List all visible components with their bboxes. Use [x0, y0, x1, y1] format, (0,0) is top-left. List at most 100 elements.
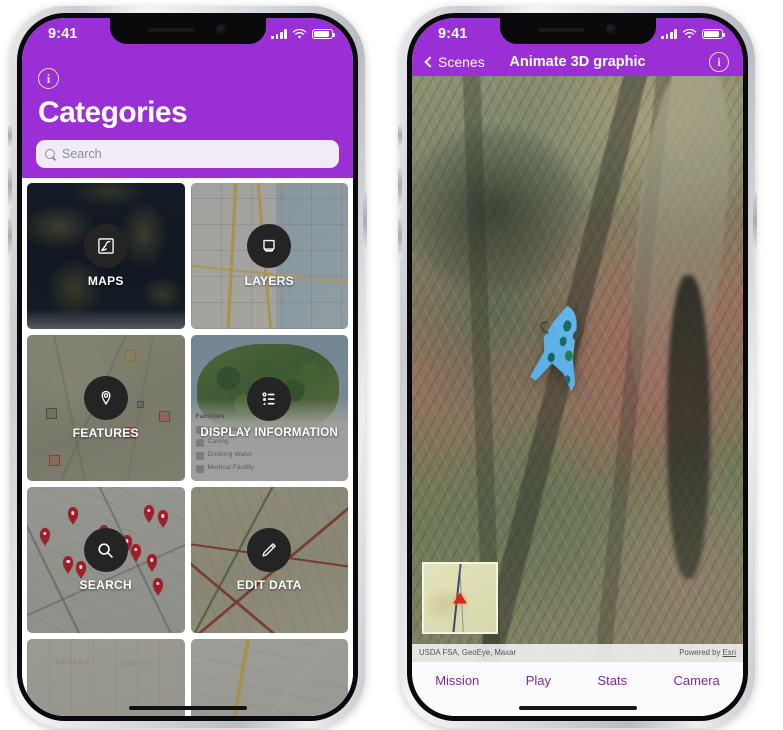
notch-right	[499, 18, 656, 44]
search-input[interactable]: Search	[36, 140, 339, 168]
notch-left	[109, 18, 266, 44]
category-label: MAPS	[87, 274, 124, 288]
status-indicators	[271, 28, 336, 40]
battery-icon	[312, 28, 336, 40]
info-icon[interactable]: i	[38, 68, 59, 89]
map-pin	[146, 554, 157, 569]
category-tile-features[interactable]: FEATURES	[27, 335, 185, 481]
category-tile-search[interactable]: SEARCH	[27, 487, 185, 633]
tab-camera[interactable]: Camera	[674, 673, 720, 688]
front-camera-icon	[606, 24, 617, 35]
status-time: 9:41	[48, 26, 78, 42]
mute-switch[interactable]	[8, 126, 12, 148]
search-placeholder: Search	[62, 147, 102, 161]
pin-feature-icon	[83, 376, 128, 420]
wifi-icon	[682, 28, 697, 39]
status-time: 9:41	[438, 26, 468, 42]
powered-by: Powered by Esri	[679, 648, 736, 657]
category-tile-partial-left[interactable]: NEVADA IDAHO	[27, 639, 185, 716]
categories-scroll[interactable]: MAPS LAYERS FEATURES Facilities Campgrou…	[22, 178, 353, 716]
home-indicator-left[interactable]	[128, 706, 247, 710]
legend-swatch-icon	[195, 438, 204, 447]
layers-icon	[247, 224, 292, 268]
volume-up-button[interactable]	[398, 168, 402, 208]
triangle-marker-icon	[453, 592, 467, 604]
category-tile-maps[interactable]: MAPS	[27, 183, 185, 329]
search-icon	[83, 528, 128, 572]
category-tile-layers[interactable]: LAYERS	[190, 183, 348, 329]
map-pin	[143, 504, 154, 519]
feature-square	[137, 400, 145, 408]
back-button[interactable]: Scenes	[424, 54, 485, 70]
phone-left-body: i Categories Search MAPS LAYERS FEATURES…	[17, 13, 358, 721]
legend-item: Medical Facility	[207, 464, 255, 472]
tab-play[interactable]: Play	[526, 673, 551, 688]
feature-square	[49, 454, 61, 466]
home-indicator-right[interactable]	[518, 706, 637, 710]
tab-stats[interactable]: Stats	[597, 673, 627, 688]
map-icon	[83, 224, 128, 268]
earpiece-speaker	[538, 27, 584, 32]
categories-grid: MAPS LAYERS FEATURES Facilities Campgrou…	[27, 183, 348, 716]
map-label: San Franc	[300, 504, 344, 512]
feature-square	[159, 410, 171, 422]
map-pin	[153, 577, 163, 592]
phone-right: USDA FSA, GeoEye, Maxar Powered by Esri …	[398, 6, 757, 728]
category-label: LAYERS	[244, 274, 294, 288]
search-icon	[45, 148, 56, 160]
legend-swatch-icon	[195, 451, 204, 460]
feature-square	[124, 349, 136, 361]
tile-overlay	[190, 639, 348, 716]
facilities-legend: Facilities Campground Caving Drinking Wa…	[195, 411, 255, 475]
tab-mission[interactable]: Mission	[435, 673, 479, 688]
volume-up-button[interactable]	[8, 168, 12, 208]
esri-link[interactable]: Esri	[723, 648, 736, 657]
category-tile-partial-right[interactable]: 1 2	[190, 639, 348, 716]
attribution-sources: USDA FSA, GeoEye, Maxar	[419, 648, 517, 657]
navigation-row: Scenes Animate 3D graphic i	[412, 48, 743, 76]
map-attribution-bar: USDA FSA, GeoEye, Maxar Powered by Esri	[412, 644, 743, 661]
powered-by-text: Powered by	[679, 648, 723, 657]
front-camera-icon	[216, 24, 227, 35]
power-button[interactable]	[753, 192, 757, 254]
info-icon[interactable]: i	[709, 52, 729, 72]
scene-view-3d[interactable]: USDA FSA, GeoEye, Maxar Powered by Esri	[412, 76, 743, 661]
power-button[interactable]	[363, 192, 367, 254]
pencil-icon	[247, 528, 292, 572]
map-label: IDAHO	[121, 660, 150, 668]
legend-swatch-icon	[195, 464, 204, 473]
terrain-ridge	[412, 111, 598, 310]
battery-icon	[702, 28, 726, 40]
earpiece-speaker	[148, 27, 194, 32]
legend-item: Drinking Water	[207, 451, 253, 459]
terrain-gorge	[666, 274, 710, 580]
screenshot-stage: i Categories Search MAPS LAYERS FEATURES…	[0, 0, 783, 730]
cellular-bars-icon	[271, 29, 287, 39]
overview-minimap[interactable]	[422, 562, 498, 634]
feature-square	[45, 408, 57, 419]
category-tile-edit-data[interactable]: San Franc EDIT DATA	[190, 487, 348, 633]
tile-overlay	[27, 639, 185, 716]
map-label: NEVADA	[55, 659, 91, 667]
category-label: SEARCH	[79, 578, 132, 592]
phone-left: i Categories Search MAPS LAYERS FEATURES…	[8, 6, 367, 728]
volume-down-button[interactable]	[398, 218, 402, 258]
wifi-icon	[292, 28, 307, 39]
animate-3d-graphic-screen: USDA FSA, GeoEye, Maxar Powered by Esri …	[412, 18, 743, 716]
category-label: DISPLAY INFORMATION	[200, 427, 339, 439]
category-label: EDIT DATA	[236, 578, 302, 592]
categories-screen: i Categories Search MAPS LAYERS FEATURES…	[22, 18, 353, 716]
chevron-left-icon	[424, 56, 436, 68]
status-indicators	[661, 28, 726, 40]
legend-title: Facilities	[195, 412, 225, 420]
mute-switch[interactable]	[398, 126, 402, 148]
category-label: FEATURES	[72, 426, 139, 440]
phone-right-body: USDA FSA, GeoEye, Maxar Powered by Esri …	[407, 13, 748, 721]
volume-down-button[interactable]	[8, 218, 12, 258]
cellular-bars-icon	[661, 29, 677, 39]
back-button-label: Scenes	[438, 54, 485, 70]
page-title: Categories	[38, 96, 188, 129]
list-bullet-icon	[247, 377, 292, 421]
map-pin	[39, 527, 50, 542]
category-tile-display-information[interactable]: Facilities Campground Caving Drinking Wa…	[190, 335, 348, 481]
